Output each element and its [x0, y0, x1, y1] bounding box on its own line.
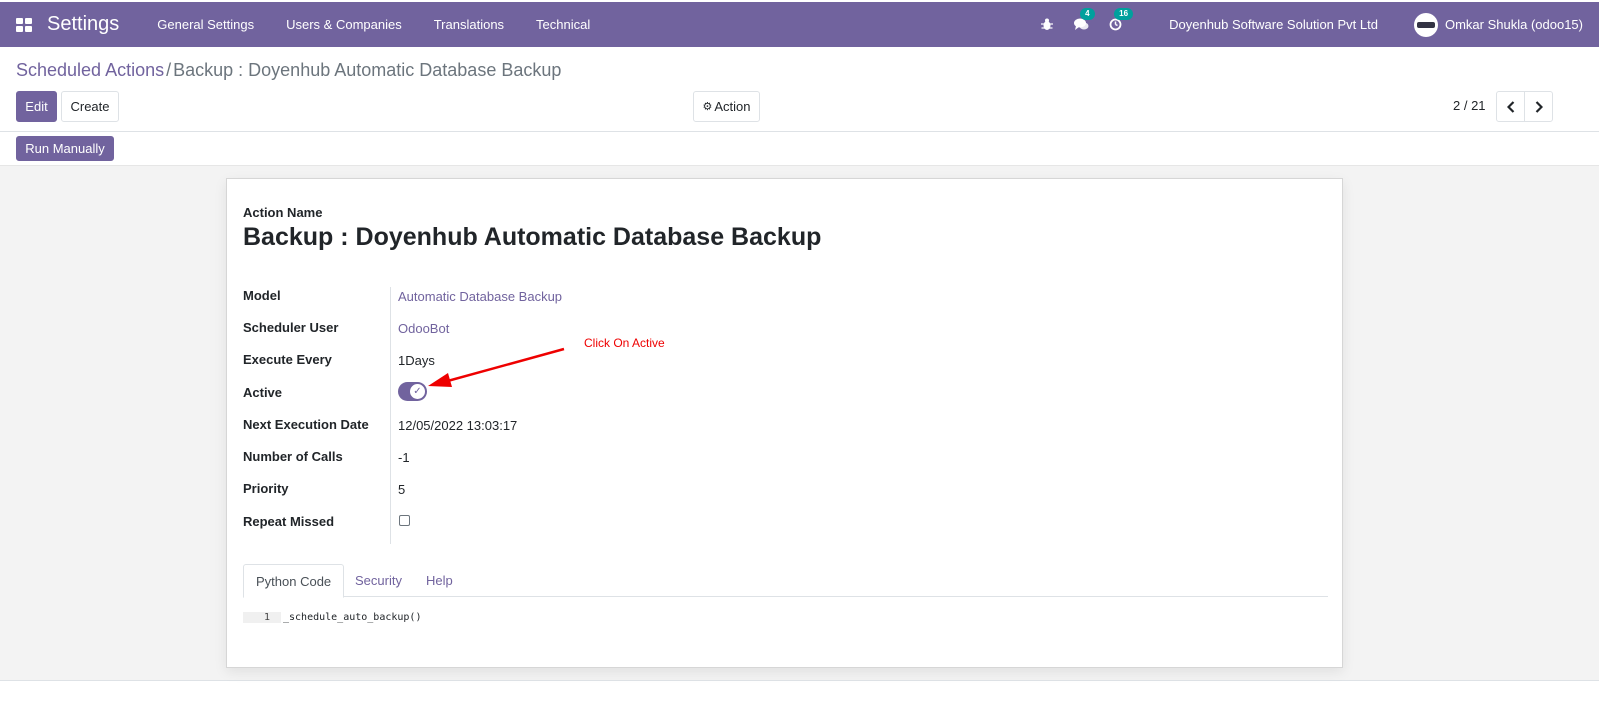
action-name-value[interactable]: Backup : Doyenhub Automatic Database Bac…: [243, 223, 821, 252]
breadcrumb-scheduled-actions[interactable]: Scheduled Actions: [16, 60, 164, 80]
app-title[interactable]: Settings: [47, 13, 119, 36]
user-name: Omkar Shukla (odoo15): [1444, 17, 1583, 32]
company-switcher[interactable]: Doyenhub Software Solution Pvt Ltd: [1169, 17, 1378, 32]
tab-python-code[interactable]: Python Code: [243, 564, 345, 598]
messages-badge: 4: [1080, 7, 1095, 20]
annotation-arrow-icon: [428, 347, 565, 387]
debug-bug-icon[interactable]: [1039, 17, 1055, 33]
action-name-label: Action Name: [243, 205, 323, 220]
breadcrumb-current: Backup : Doyenhub Automatic Database Bac…: [173, 60, 562, 80]
model-value[interactable]: Automatic Database Backup: [398, 289, 562, 304]
action-label: Action: [714, 99, 751, 114]
priority-value: 5: [398, 482, 406, 497]
scheduler-user-value[interactable]: OdooBot: [398, 321, 449, 336]
top-navbar: Settings General Settings Users & Compan…: [0, 2, 1599, 47]
menu-technical[interactable]: Technical: [520, 17, 606, 32]
number-of-calls-value: -1: [398, 450, 410, 465]
repeat-missed-label: Repeat Missed: [243, 514, 335, 529]
user-menu[interactable]: Omkar Shukla (odoo15): [1413, 12, 1583, 37]
chevron-left-icon: [1506, 100, 1514, 113]
user-avatar: [1413, 12, 1438, 37]
menu-general-settings[interactable]: General Settings: [141, 17, 270, 32]
tab-help[interactable]: Help: [414, 564, 465, 597]
active-label: Active: [243, 385, 283, 400]
breadcrumb: Scheduled Actions / Backup : Doyenhub Auto…: [16, 60, 561, 81]
execute-every-label: Execute Every: [243, 352, 332, 367]
menu-translations[interactable]: Translations: [418, 17, 520, 32]
code-line-number: 1: [243, 612, 281, 623]
field-separator: [390, 287, 391, 544]
model-label: Model: [243, 288, 281, 303]
next-execution-date-label: Next Execution Date: [243, 417, 369, 432]
activities-clock-icon[interactable]: 16: [1107, 7, 1134, 33]
activities-badge: 16: [1114, 7, 1134, 20]
menu-users-companies[interactable]: Users & Companies: [270, 17, 418, 32]
pager-next-button[interactable]: [1524, 91, 1553, 122]
messages-icon[interactable]: 4: [1073, 7, 1095, 33]
pager-previous-button[interactable]: [1496, 91, 1525, 122]
control-panel-divider: [0, 131, 1599, 132]
apps-menu-icon[interactable]: [16, 17, 32, 32]
repeat-missed-checkbox[interactable]: [399, 515, 410, 526]
create-button[interactable]: Create: [61, 91, 119, 122]
gear-icon: ⚙: [702, 101, 713, 113]
action-button[interactable]: ⚙ Action: [693, 91, 760, 122]
scheduler-user-label: Scheduler User: [243, 320, 339, 335]
run-manually-button[interactable]: Run Manually: [16, 136, 114, 161]
form-sheet: Action Name Backup : Doyenhub Automatic …: [226, 178, 1343, 668]
next-execution-date-value: 12/05/2022 13:03:17: [398, 418, 518, 433]
annotation-text: Click On Active: [584, 336, 665, 350]
notebook-tabs: Python Code Security Help: [243, 564, 1328, 598]
code-text[interactable]: _schedule_auto_backup(): [281, 612, 421, 623]
pager-value[interactable]: 2 / 21: [1453, 98, 1486, 113]
priority-label: Priority: [243, 481, 289, 496]
breadcrumb-separator: /: [166, 60, 172, 80]
edit-button[interactable]: Edit: [16, 91, 57, 122]
number-of-calls-label: Number of Calls: [243, 449, 343, 464]
tab-security[interactable]: Security: [343, 564, 414, 597]
chevron-right-icon: [1535, 100, 1543, 113]
code-editor[interactable]: 1 _schedule_auto_backup(): [243, 612, 421, 623]
